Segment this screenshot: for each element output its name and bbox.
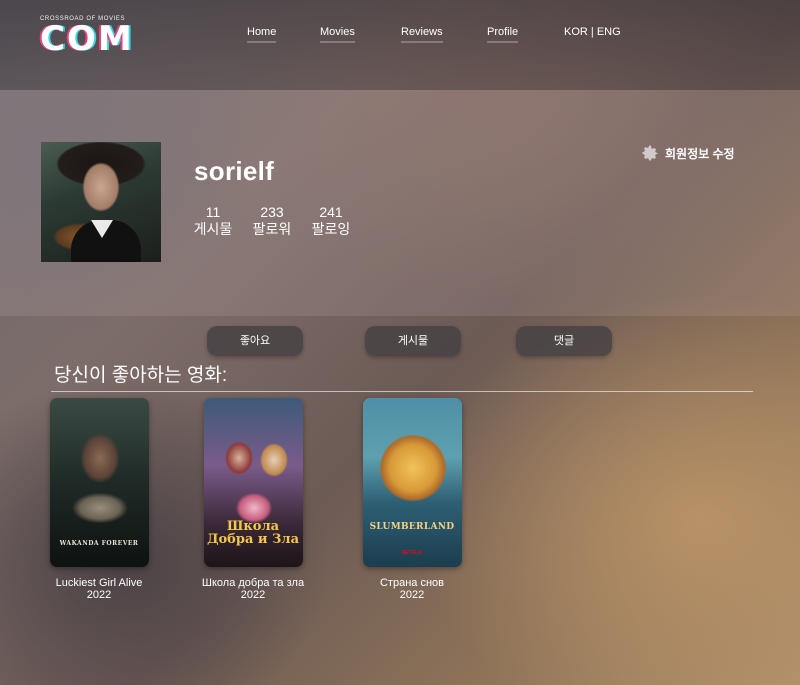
profile-header: sorielf 11 게시물 233 팔로워 241 팔로잉 회원정보 수정 <box>0 90 800 316</box>
edit-profile-button[interactable]: 회원정보 수정 <box>640 143 735 163</box>
tab-comments[interactable]: 댓글 <box>516 326 612 356</box>
nav-profile[interactable]: Profile <box>487 26 519 43</box>
edit-profile-label: 회원정보 수정 <box>665 146 735 161</box>
poster-badge: NETFLIX <box>401 550 423 556</box>
movie-card[interactable]: SLUMBERLAND NETFLIX Страна снов 2022 <box>337 398 487 601</box>
stat-posts[interactable]: 11 게시물 <box>192 204 234 238</box>
movie-year: 2022 <box>86 589 112 601</box>
stat-followers[interactable]: 233 팔로워 <box>251 204 293 238</box>
username: sorielf <box>194 156 275 186</box>
stat-followers-count: 233 <box>260 204 284 220</box>
tab-posts[interactable]: 게시물 <box>365 326 461 356</box>
movie-poster: Школа Добра и Зла <box>203 398 303 567</box>
stat-posts-label: 게시물 <box>193 221 233 237</box>
section-title: 당신이 좋아하는 영화: <box>54 365 228 386</box>
movie-title: Страна снов <box>379 577 444 589</box>
movie-card[interactable]: WAKANDA FOREVER Luckiest Girl Alive 2022 <box>24 398 174 601</box>
poster-title-text: Школа Добра и Зла <box>206 519 300 547</box>
section-divider <box>51 391 753 392</box>
nav-movies[interactable]: Movies <box>320 26 355 43</box>
poster-title-text: WAKANDA FOREVER <box>59 540 139 547</box>
movie-poster: WAKANDA FOREVER <box>49 398 149 567</box>
movie-title: Luckiest Girl Alive <box>55 577 143 589</box>
nav-reviews[interactable]: Reviews <box>401 26 443 43</box>
lang-eng[interactable]: ENG <box>597 26 621 38</box>
stat-posts-count: 11 <box>205 204 221 220</box>
movie-year: 2022 <box>399 589 425 601</box>
movie-poster: SLUMBERLAND NETFLIX <box>362 398 462 567</box>
tab-likes[interactable]: 좋아요 <box>207 326 303 356</box>
stat-following[interactable]: 241 팔로잉 <box>310 204 352 238</box>
movie-title: Школа добра та зла <box>201 577 305 589</box>
lang-separator: | <box>587 26 597 38</box>
movie-year: 2022 <box>240 589 266 601</box>
header: CROSSROAD OF MOVIES COM Home Movies Revi… <box>0 0 800 90</box>
lang-kor[interactable]: KOR <box>564 26 588 38</box>
avatar <box>41 142 161 262</box>
movie-card[interactable]: Школа Добра и Зла Школа добра та зла 202… <box>178 398 328 601</box>
gear-icon <box>642 145 658 161</box>
main-nav: Home Movies Reviews Profile KOR | ENG <box>0 26 800 46</box>
language-switcher: KOR | ENG <box>564 26 621 38</box>
poster-title-text: SLUMBERLAND <box>369 522 455 532</box>
stat-followers-label: 팔로워 <box>252 221 292 237</box>
nav-home[interactable]: Home <box>247 26 277 43</box>
stat-following-label: 팔로잉 <box>311 221 351 237</box>
stat-following-count: 241 <box>319 204 343 220</box>
